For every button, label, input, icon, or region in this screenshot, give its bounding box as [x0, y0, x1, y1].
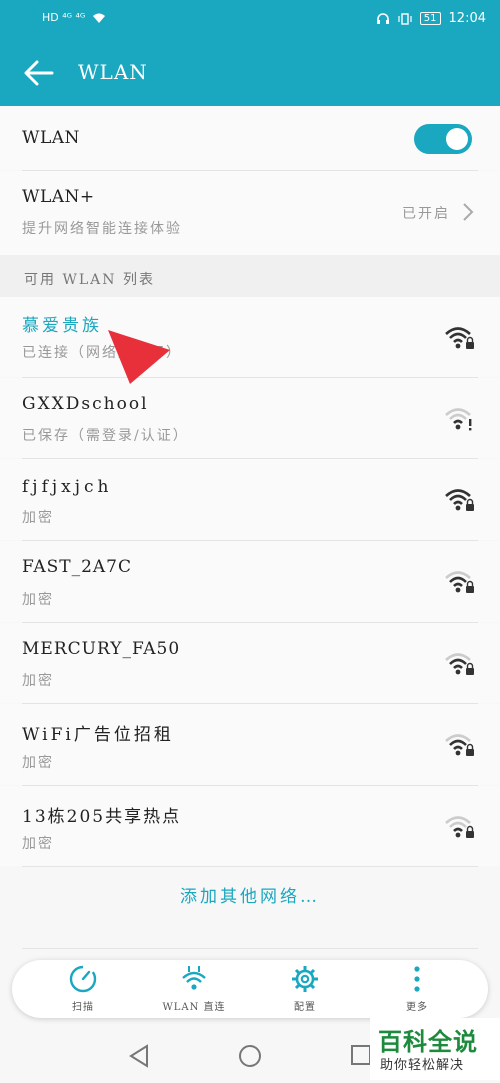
wifi-lock-icon — [445, 653, 474, 675]
headphone-icon — [376, 12, 389, 24]
more-button[interactable]: 更多 — [372, 964, 462, 1013]
wlan-plus-subtitle: 提升网络智能连接体验 — [22, 221, 182, 237]
network-name: 13栋205共享热点 — [22, 807, 182, 827]
wlan-switch[interactable] — [414, 124, 472, 154]
chevron-right-icon — [463, 203, 474, 221]
network-status: 加密 — [22, 755, 54, 771]
vibrate-icon — [398, 12, 412, 25]
config-label: 配置 — [294, 1002, 316, 1013]
wlan-toggle-label: WLAN — [22, 128, 80, 148]
page-title: WLAN — [78, 60, 148, 84]
wifi-alert-icon — [445, 408, 472, 431]
network-item[interactable]: FAST_2A7C 加密 — [0, 541, 500, 622]
wlan-direct-icon — [182, 966, 206, 990]
status-bar: HD ⁴ᴳ ⁴ᴳ 51 12:04 — [0, 0, 500, 38]
signal-icons: HD ⁴ᴳ ⁴ᴳ — [42, 11, 86, 24]
switch-knob — [446, 128, 468, 150]
wlan-direct-button[interactable]: WLAN 直连 — [149, 964, 239, 1013]
network-item-connected[interactable]: 慕爱贵族 已连接（网络质量好） — [0, 297, 500, 377]
network-item[interactable]: 13栋205共享热点 加密 — [0, 786, 500, 866]
wifi-lock-icon — [445, 816, 474, 838]
wlan-toggle-row[interactable]: WLAN — [0, 106, 500, 170]
status-left-icons: HD ⁴ᴳ ⁴ᴳ — [42, 11, 107, 25]
wifi-lock-icon — [445, 327, 474, 349]
wlan-direct-label: WLAN 直连 — [162, 1002, 226, 1013]
more-icon — [414, 966, 420, 992]
network-item[interactable]: fjfjxjch 加密 — [0, 459, 500, 540]
watermark-subtitle: 助你轻松解决 — [380, 1058, 465, 1073]
wlan-plus-status: 已开启 — [402, 206, 450, 222]
watermark-logo: 百科全说 助你轻松解决 — [370, 1018, 500, 1080]
status-right-icons: 51 12:04 — [376, 11, 486, 26]
divider — [22, 866, 478, 867]
network-status: 加密 — [22, 673, 54, 689]
scan-button[interactable]: 扫描 — [38, 964, 128, 1013]
network-name: WiFi广告位招租 — [22, 725, 174, 745]
network-name: FAST_2A7C — [22, 557, 132, 577]
watermark-title: 百科全说 — [378, 1028, 478, 1056]
network-name: GXXDschool — [22, 394, 149, 414]
network-status: 已保存（需登录/认证） — [22, 428, 189, 444]
network-item[interactable]: MERCURY_FA50 加密 — [0, 623, 500, 703]
network-status: 加密 — [22, 836, 54, 852]
status-time: 12:04 — [448, 11, 486, 26]
section-header: 可用 WLAN 列表 — [0, 255, 500, 297]
gear-icon — [292, 966, 318, 992]
section-header-label: 可用 WLAN 列表 — [24, 272, 155, 288]
battery-indicator: 51 — [419, 12, 441, 25]
wifi-lock-icon — [445, 571, 474, 593]
recents-square-icon[interactable] — [350, 1044, 372, 1066]
wifi-status-icon — [93, 13, 106, 23]
wifi-lock-icon — [445, 489, 474, 511]
home-circle-icon[interactable] — [238, 1044, 262, 1068]
network-item[interactable]: GXXDschool 已保存（需登录/认证） — [0, 378, 500, 458]
add-network-link[interactable]: 添加其他网络… — [0, 882, 500, 907]
more-label: 更多 — [406, 1002, 428, 1013]
network-name: MERCURY_FA50 — [22, 639, 181, 659]
app-bar: WLAN — [0, 38, 500, 106]
wlan-plus-title: WLAN+ — [22, 187, 95, 207]
wlan-plus-row[interactable]: WLAN+ 提升网络智能连接体验 已开启 — [0, 171, 500, 255]
annotation-arrow-icon — [108, 330, 170, 384]
network-item[interactable]: WiFi广告位招租 加密 — [0, 704, 500, 785]
network-name: 慕爱贵族 — [22, 316, 102, 336]
scan-icon — [69, 965, 97, 993]
network-name: fjfjxjch — [22, 477, 113, 497]
network-status: 加密 — [22, 592, 54, 608]
divider — [22, 948, 478, 949]
scan-label: 扫描 — [72, 1002, 94, 1013]
arrow-left-icon[interactable] — [22, 58, 56, 88]
config-button[interactable]: 配置 — [260, 964, 350, 1013]
wifi-lock-icon — [445, 734, 474, 756]
network-status: 加密 — [22, 510, 54, 526]
bottom-action-bar: 扫描 WLAN 直连 配置 更多 — [12, 960, 488, 1018]
back-triangle-icon[interactable] — [128, 1044, 150, 1068]
